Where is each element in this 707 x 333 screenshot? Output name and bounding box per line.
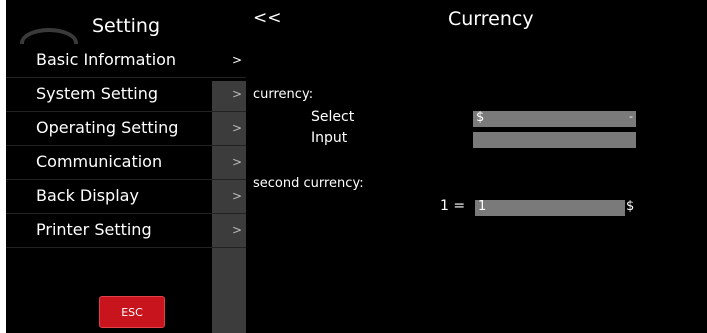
sidebar-header: Setting	[6, 8, 246, 44]
rate-input[interactable]: 1	[475, 199, 625, 216]
sidebar-item-label: Back Display	[36, 186, 139, 205]
second-currency-section-label: second currency:	[253, 176, 364, 191]
chevron-right-icon: >	[232, 223, 243, 237]
sidebar: Setting Basic Information > System Setti…	[6, 8, 246, 333]
dropdown-icon: -	[629, 110, 633, 123]
back-button[interactable]: <<	[253, 8, 282, 28]
sidebar-item-system-setting[interactable]: System Setting >	[6, 78, 246, 112]
sidebar-item-operating-setting[interactable]: Operating Setting >	[6, 112, 246, 146]
chevron-right-icon: >	[232, 121, 243, 135]
logo-icon	[20, 28, 78, 44]
page-title: Currency	[448, 8, 534, 30]
equals-label: 1 =	[440, 198, 466, 214]
sidebar-item-communication[interactable]: Communication >	[6, 146, 246, 180]
chevron-right-icon: >	[232, 87, 243, 101]
currency-select[interactable]: $ -	[473, 110, 636, 127]
chevron-right-icon: >	[232, 53, 243, 67]
esc-button[interactable]: ESC	[99, 296, 165, 328]
currency-section-label: currency:	[253, 87, 314, 102]
sidebar-item-label: Basic Information	[36, 50, 177, 69]
chevron-right-icon: >	[232, 189, 243, 203]
sidebar-item-label: Operating Setting	[36, 118, 179, 137]
sidebar-item-label: Communication	[36, 152, 163, 171]
sidebar-item-label: System Setting	[36, 84, 159, 103]
select-label: Select	[311, 109, 355, 125]
sidebar-title: Setting	[92, 15, 161, 37]
rate-value: 1	[478, 199, 487, 214]
input-label: Input	[311, 130, 348, 146]
sidebar-item-back-display[interactable]: Back Display >	[6, 180, 246, 214]
currency-input[interactable]	[473, 132, 636, 148]
chevron-right-icon: >	[232, 155, 243, 169]
screen: Setting Basic Information > System Setti…	[0, 0, 707, 333]
sidebar-item-label: Printer Setting	[36, 220, 152, 239]
sidebar-item-basic-information[interactable]: Basic Information >	[6, 44, 246, 78]
currency-select-value: $	[476, 110, 485, 125]
sidebar-menu: Basic Information > System Setting > Ope…	[6, 44, 246, 248]
currency-unit: $	[626, 199, 635, 214]
sidebar-item-printer-setting[interactable]: Printer Setting >	[6, 214, 246, 248]
